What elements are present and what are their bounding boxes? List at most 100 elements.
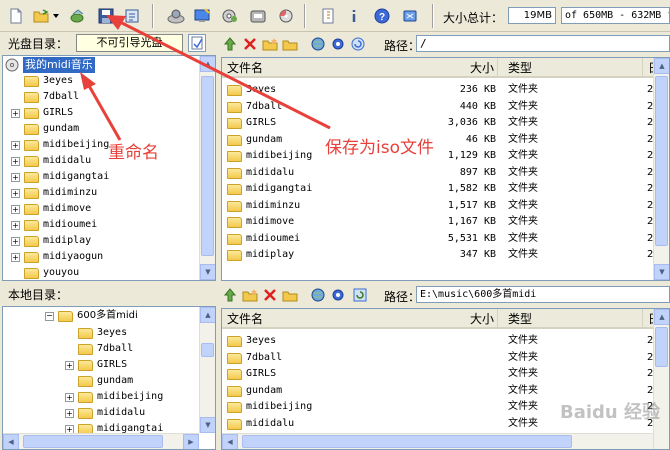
- properties-icon[interactable]: [122, 6, 142, 26]
- local-refresh-icon[interactable]: [352, 287, 368, 303]
- tree-item-label[interactable]: midiminzu: [43, 185, 97, 201]
- expand-icon[interactable]: +: [65, 360, 74, 370]
- local-tree-hscrollbar[interactable]: ◀ ▶: [3, 433, 199, 449]
- list-row[interactable]: gundam文件夹201: [222, 383, 669, 399]
- disc-tree-root-label[interactable]: 我的midi音乐: [23, 57, 95, 73]
- tree-item[interactable]: +gundam: [65, 373, 133, 389]
- register-icon[interactable]: [400, 6, 420, 26]
- local-col-type[interactable]: 类型: [503, 309, 643, 329]
- list-row[interactable]: GIRLS文件夹201: [222, 366, 669, 382]
- tree-item-label[interactable]: midigangtai: [43, 169, 109, 185]
- tree-item[interactable]: + midioumei: [11, 217, 97, 233]
- list-row[interactable]: mididalu897 KB文件夹201: [222, 165, 669, 181]
- local-tree[interactable]: − 600多首midi +3eyes+7dball+GIRLS+gundam+m…: [2, 306, 216, 450]
- tree-item-label[interactable]: mididalu: [43, 153, 91, 169]
- tree-item-label[interactable]: 3eyes: [43, 73, 73, 89]
- convert-icon[interactable]: [248, 6, 268, 26]
- expand-icon[interactable]: +: [11, 220, 20, 230]
- local-tree-scrollbar[interactable]: ▲ ▼: [199, 307, 215, 433]
- disc-label-box[interactable]: 不可引导光盘: [76, 34, 183, 52]
- tree-item-label[interactable]: mididalu: [97, 405, 145, 421]
- list-row[interactable]: 3eyes文件夹201: [222, 333, 669, 349]
- monitor-icon[interactable]: [192, 6, 212, 26]
- tree-item-label[interactable]: 7dball: [97, 341, 133, 357]
- local-delete-icon[interactable]: [262, 287, 278, 303]
- tree-item-label[interactable]: gundam: [43, 121, 79, 137]
- settings-icon[interactable]: [330, 36, 346, 52]
- disc-tree-root[interactable]: 我的midi音乐: [5, 57, 95, 73]
- tree-item[interactable]: + midiyaogun: [11, 249, 103, 265]
- expand-icon[interactable]: +: [11, 252, 20, 262]
- tree-item[interactable]: +youyou: [11, 265, 79, 280]
- list-row[interactable]: midimove1,167 KB文件夹201: [222, 214, 669, 230]
- tree-item[interactable]: + midimove: [11, 201, 91, 217]
- disc-label-edit-icon[interactable]: [188, 34, 206, 52]
- tree-item-label[interactable]: midioumei: [43, 217, 97, 233]
- up-folder-icon[interactable]: [222, 36, 238, 52]
- expand-icon[interactable]: +: [11, 236, 20, 246]
- local-tree-root-label[interactable]: 600多首midi: [77, 308, 138, 324]
- tree-item[interactable]: +7dball: [11, 89, 79, 105]
- burn-disc-icon[interactable]: [166, 6, 186, 26]
- tree-item[interactable]: + midibeijing: [11, 137, 109, 153]
- tree-item[interactable]: +gundam: [11, 121, 79, 137]
- local-list-scrollbar[interactable]: ▲: [653, 309, 669, 449]
- delete-icon[interactable]: [242, 36, 258, 52]
- open-icon[interactable]: [32, 6, 52, 26]
- tree-item[interactable]: + GIRLS: [65, 357, 127, 373]
- local-list-hscrollbar[interactable]: ◀: [222, 433, 653, 449]
- rename-folder-icon[interactable]: [282, 36, 298, 52]
- tree-item[interactable]: +7dball: [65, 341, 133, 357]
- expand-icon[interactable]: +: [65, 392, 74, 402]
- expand-icon[interactable]: +: [11, 204, 20, 214]
- expand-icon[interactable]: +: [11, 108, 20, 118]
- save-icon[interactable]: [96, 6, 116, 26]
- list-row[interactable]: midigangtai1,582 KB文件夹201: [222, 181, 669, 197]
- disc-col-size[interactable]: 大小: [422, 58, 498, 78]
- add-files-icon[interactable]: [68, 6, 88, 26]
- new-icon[interactable]: [6, 6, 26, 26]
- local-path-input[interactable]: E:\music\600多首midi: [416, 286, 670, 303]
- help-icon[interactable]: ?: [372, 6, 392, 26]
- mount-icon[interactable]: [220, 6, 240, 26]
- tree-item-label[interactable]: GIRLS: [97, 357, 127, 373]
- local-up-folder-icon[interactable]: [222, 287, 238, 303]
- local-tree-root[interactable]: − 600多首midi: [45, 308, 138, 324]
- disc-tree-scrollbar[interactable]: ▲ ▼: [199, 56, 215, 280]
- tree-item[interactable]: + midibeijing: [65, 389, 163, 405]
- compress-icon[interactable]: [318, 6, 338, 26]
- list-row[interactable]: GIRLS3,036 KB文件夹201: [222, 115, 669, 131]
- list-row[interactable]: gundam46 KB文件夹201: [222, 132, 669, 148]
- local-settings-icon[interactable]: [330, 287, 346, 303]
- tree-item-label[interactable]: midibeijing: [97, 389, 163, 405]
- tree-item-label[interactable]: 7dball: [43, 89, 79, 105]
- list-row[interactable]: 7dball440 KB文件夹201: [222, 99, 669, 115]
- list-row[interactable]: midioumei5,531 KB文件夹201: [222, 231, 669, 247]
- tree-item[interactable]: +3eyes: [11, 73, 73, 89]
- tree-item-label[interactable]: midiyaogun: [43, 249, 103, 265]
- open-dropdown-icon[interactable]: [52, 6, 60, 26]
- local-new-folder-icon[interactable]: [242, 287, 258, 303]
- info-icon[interactable]: [344, 6, 364, 26]
- disc-red-icon[interactable]: [276, 6, 296, 26]
- tree-item[interactable]: + midigangtai: [11, 169, 109, 185]
- list-row[interactable]: midiplay347 KB文件夹201: [222, 247, 669, 263]
- expand-icon[interactable]: +: [65, 408, 74, 418]
- disc-list-scrollbar[interactable]: ▲ ▼: [653, 58, 669, 280]
- disc-col-type[interactable]: 类型: [503, 58, 643, 78]
- disc-tree[interactable]: 我的midi音乐 +3eyes+7dball+GIRLS+gundam+midi…: [2, 55, 216, 281]
- disc-file-list[interactable]: 文件名 大小 类型 日期 3eyes236 KB文件夹2017dball440 …: [221, 57, 670, 281]
- globe-icon[interactable]: [310, 36, 326, 52]
- list-row[interactable]: midiminzu1,517 KB文件夹201: [222, 198, 669, 214]
- tree-item-label[interactable]: midibeijing: [43, 137, 109, 153]
- new-folder-icon[interactable]: [262, 36, 278, 52]
- tree-item[interactable]: + mididalu: [65, 405, 145, 421]
- tree-item-label[interactable]: midimove: [43, 201, 91, 217]
- local-col-size[interactable]: 大小: [422, 309, 498, 329]
- refresh-icon[interactable]: [350, 36, 366, 52]
- disc-path-input[interactable]: /: [416, 35, 670, 52]
- expand-icon[interactable]: +: [11, 156, 20, 166]
- expand-icon[interactable]: +: [11, 172, 20, 182]
- tree-item[interactable]: + midiplay: [11, 233, 91, 249]
- local-file-list[interactable]: 文件名 大小 类型 日期 3eyes文件夹2017dball文件夹201GIRL…: [221, 308, 670, 450]
